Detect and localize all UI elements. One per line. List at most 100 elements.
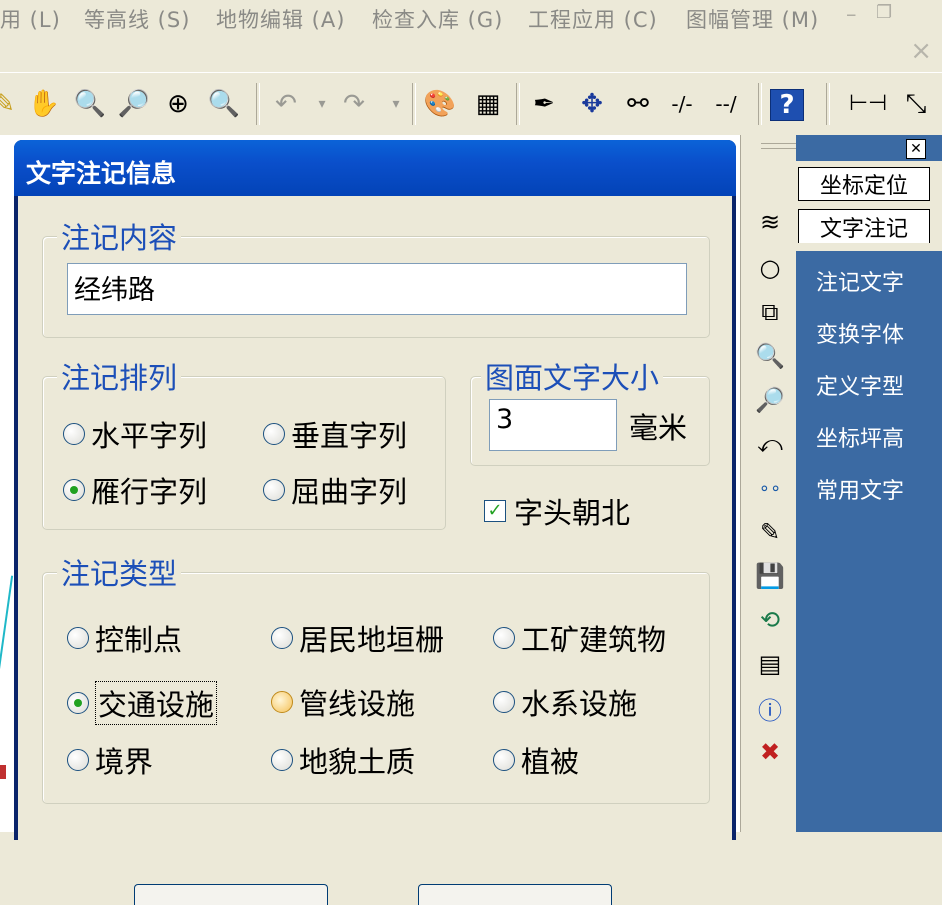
copy-icon[interactable]: ⧉ <box>755 297 785 327</box>
pencil-icon[interactable]: ✎ <box>0 87 22 121</box>
panel-close-icon[interactable]: ✕ <box>906 139 926 159</box>
close-icon[interactable]: × <box>910 36 932 66</box>
dialog-titlebar[interactable]: 文字注记信息 <box>14 140 736 196</box>
radio-label: 管线设施 <box>299 687 416 721</box>
menu-item-contour[interactable]: 等高线 (S) <box>84 4 190 34</box>
panel-link-coordinate-height[interactable]: 坐标坪高 <box>816 421 904 453</box>
help-icon[interactable]: ? <box>770 89 804 121</box>
dialog-title: 文字注记信息 <box>26 159 177 188</box>
radio-button[interactable] <box>63 423 85 445</box>
radio-industrial[interactable]: 工矿建筑物 <box>493 617 666 659</box>
radio-label: 垂直字列 <box>291 419 408 453</box>
delete-icon[interactable]: ✖ <box>755 737 785 767</box>
minimize-button[interactable]: – <box>846 2 858 26</box>
radio-label: 雁行字列 <box>91 475 208 509</box>
panel-link-change-font[interactable]: 变换字体 <box>816 317 904 349</box>
content-group: 注记内容 经纬路 <box>42 215 710 338</box>
radio-button[interactable] <box>263 479 285 501</box>
zoom-all-icon[interactable]: ⊕ <box>160 87 196 121</box>
restore-button[interactable]: ❐ <box>876 2 893 23</box>
redraw-icon[interactable]: ⤺ <box>755 429 785 459</box>
zoom-in-icon[interactable]: 🔍 <box>72 87 108 121</box>
arrange-group-legend: 注记排列 <box>57 355 182 397</box>
radio-goose[interactable]: 雁行字列 <box>63 469 207 511</box>
rotate-icon[interactable]: ⟲ <box>755 605 785 635</box>
attribute-table-icon[interactable]: ▤ <box>755 649 785 679</box>
radio-button[interactable] <box>493 691 515 713</box>
zoom-icon[interactable]: 🔎 <box>755 385 785 415</box>
text-size-input[interactable]: 3 <box>489 399 617 451</box>
radio-button[interactable] <box>271 627 293 649</box>
side-panel: ✕ 坐标定位 文字注记 注记文字 变换字体 定义字型 坐标坪高 常用文字 <box>795 135 942 832</box>
radio-water[interactable]: 水系设施 <box>493 681 637 723</box>
radio-label: 境界 <box>95 745 154 779</box>
checkbox-label: 字头朝北 <box>514 496 631 530</box>
radio-landform[interactable]: 地貌土质 <box>271 739 415 781</box>
menu-item-sheet-manage[interactable]: 图幅管理 (M) <box>686 4 819 34</box>
pan-hand-icon[interactable]: ✋ <box>26 87 62 121</box>
toolbar: ✎ ✋ 🔍 🔎 ⊕ 🔍 ↶ ▾ ↷ ▾ 🎨 ▦ ✒ ✥ ⚯ -/- --/ ? … <box>0 72 942 136</box>
size-group-legend: 图面文字大小 <box>481 355 664 397</box>
layers-icon[interactable]: ≋ <box>755 207 785 237</box>
zoom-window-icon[interactable]: 🔎 <box>116 87 152 121</box>
menu-item-view[interactable]: 用 (L) <box>0 4 61 34</box>
radio-horizontal[interactable]: 水平字列 <box>63 413 207 455</box>
measure-icon[interactable]: ⤡ <box>898 87 934 121</box>
radio-boundary[interactable]: 境界 <box>67 739 153 781</box>
undo-dropdown-icon[interactable]: ▾ <box>304 87 340 121</box>
panel-link-define-style[interactable]: 定义字型 <box>816 369 904 401</box>
table-grid-icon[interactable]: ▦ <box>470 87 506 121</box>
zoom-point-icon[interactable]: 🔍 <box>755 341 785 371</box>
radio-button-checked[interactable] <box>67 692 89 714</box>
select-query-icon[interactable]: ○ <box>755 253 785 283</box>
radio-control-point[interactable]: 控制点 <box>67 617 182 659</box>
trim-line-icon[interactable]: --/ <box>708 87 744 121</box>
radio-button[interactable] <box>271 749 293 771</box>
undo-icon[interactable]: ↶ <box>268 87 304 121</box>
canvas-mark <box>0 765 6 779</box>
panel-link-annotate-text[interactable]: 注记文字 <box>816 265 904 297</box>
node-points-icon[interactable]: ∘∘ <box>755 473 785 503</box>
radio-button[interactable] <box>67 627 89 649</box>
edit-pen-icon[interactable]: ✒ <box>526 87 562 121</box>
radio-vegetation[interactable]: 植被 <box>493 739 579 781</box>
radio-button[interactable] <box>67 749 89 771</box>
menubar-row2: × <box>0 36 942 72</box>
break-line-icon[interactable]: -/- <box>664 87 700 121</box>
edit-object-icon[interactable]: ✎ <box>755 517 785 547</box>
dimension-icon[interactable]: ⊢⊣ <box>849 87 887 121</box>
radio-button[interactable] <box>493 627 515 649</box>
menu-item-feature-edit[interactable]: 地物编辑 (A) <box>216 4 345 34</box>
radio-button-checked[interactable] <box>63 479 85 501</box>
menubar: 用 (L) 等高线 (S) 地物编辑 (A) 检查入库 (G) 工程应用 (C)… <box>0 0 942 36</box>
menu-item-engineering[interactable]: 工程应用 (C) <box>528 4 658 34</box>
radio-curved[interactable]: 屈曲字列 <box>263 469 407 511</box>
north-facing-checkbox[interactable]: ✓ 字头朝北 <box>484 490 630 532</box>
ok-button[interactable] <box>134 884 328 905</box>
panel-tab-text-annotation[interactable]: 文字注记 <box>798 209 930 243</box>
redo-icon[interactable]: ↷ <box>336 87 372 121</box>
text-annotation-icon[interactable]: 🎨 <box>422 87 458 121</box>
move-icon[interactable]: ✥ <box>574 87 610 121</box>
rotate-link-icon[interactable]: ⚯ <box>620 87 656 121</box>
cancel-button[interactable] <box>418 884 612 905</box>
info-icon[interactable]: ⓘ <box>755 693 785 725</box>
radio-vertical[interactable]: 垂直字列 <box>263 413 407 455</box>
radio-button[interactable] <box>493 749 515 771</box>
arrange-group: 注记排列 水平字列 垂直字列 雁行字列 屈曲字列 <box>42 355 446 530</box>
radio-residential[interactable]: 居民地垣栅 <box>271 617 444 659</box>
text-annotation-dialog: 文字注记信息 注记内容 经纬路 注记排列 水平字列 垂直字列 雁行字列 屈曲字列… <box>14 140 736 905</box>
type-group-legend: 注记类型 <box>57 551 182 593</box>
save-layer-icon[interactable]: 💾 <box>755 561 785 591</box>
panel-tab-coordinate[interactable]: 坐标定位 <box>798 167 930 201</box>
redo-dropdown-icon[interactable]: ▾ <box>378 87 414 121</box>
radio-pipeline[interactable]: 管线设施 <box>271 681 415 723</box>
checkbox-checked[interactable]: ✓ <box>484 500 506 522</box>
menu-item-check-storage[interactable]: 检查入库 (G) <box>372 4 503 34</box>
panel-link-common-text[interactable]: 常用文字 <box>816 473 904 505</box>
radio-button-hover[interactable] <box>271 691 293 713</box>
zoom-previous-icon[interactable]: 🔍 <box>206 87 242 121</box>
radio-button[interactable] <box>263 423 285 445</box>
radio-transport[interactable]: 交通设施 <box>67 681 218 725</box>
annotation-content-input[interactable]: 经纬路 <box>67 263 687 315</box>
